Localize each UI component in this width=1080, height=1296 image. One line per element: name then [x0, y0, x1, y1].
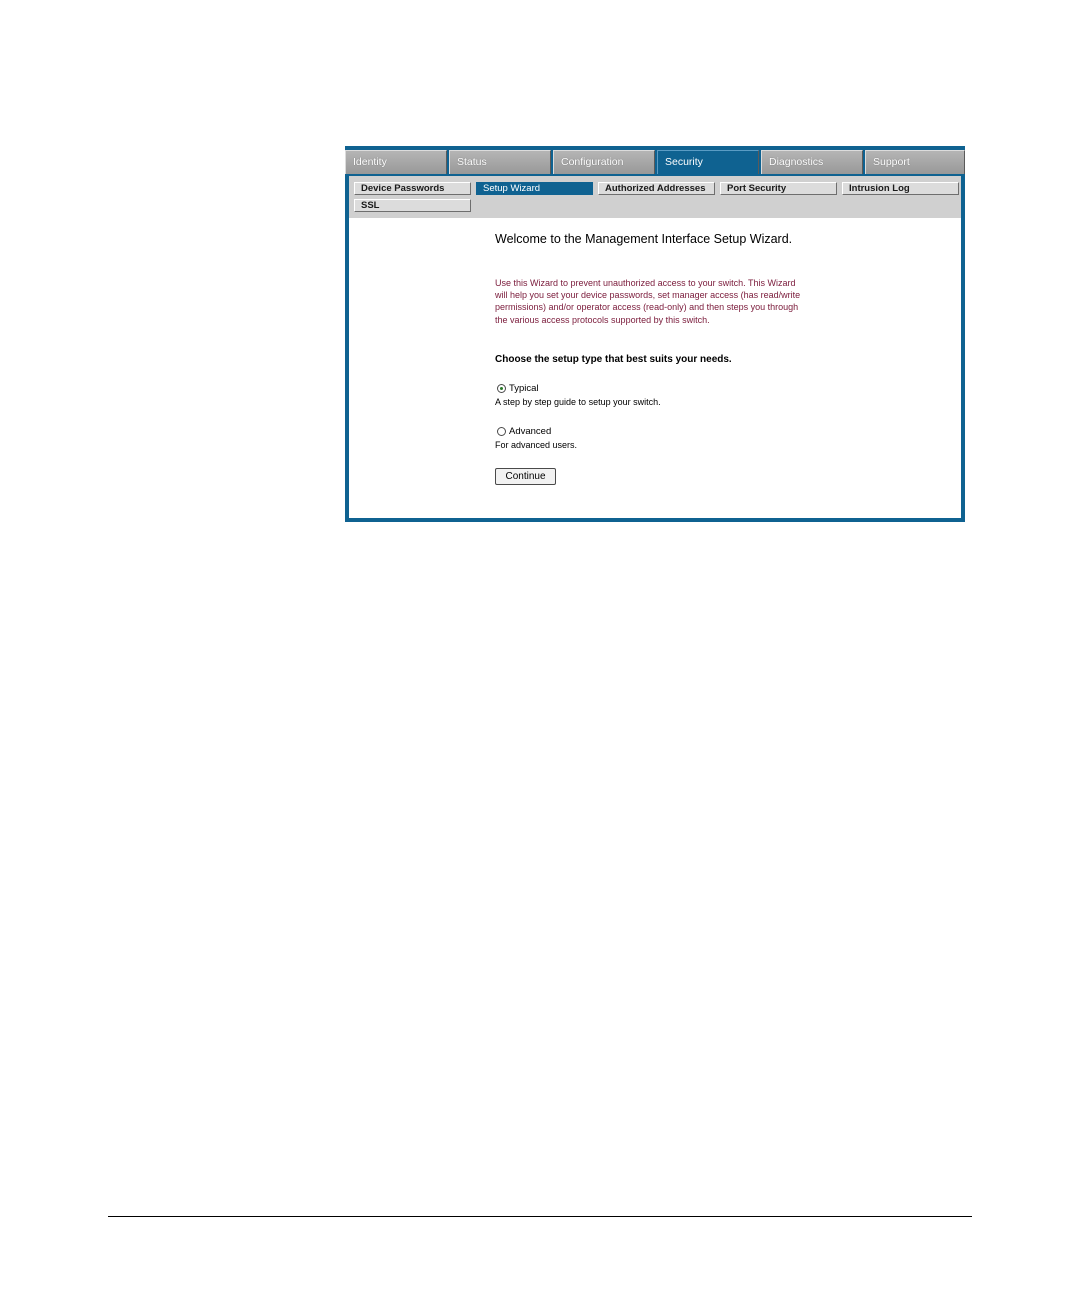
- subtab-authorized-addresses[interactable]: Authorized Addresses: [598, 182, 715, 195]
- option-typical-label: Typical: [509, 383, 539, 394]
- tab-configuration[interactable]: Configuration: [553, 150, 655, 174]
- subtab-ssl[interactable]: SSL: [354, 199, 471, 212]
- tab-status[interactable]: Status: [449, 150, 551, 174]
- option-advanced[interactable]: Advanced: [497, 426, 551, 437]
- wizard-content-panel: Welcome to the Management Interface Setu…: [349, 218, 961, 518]
- subtab-port-security[interactable]: Port Security: [720, 182, 837, 195]
- tab-support[interactable]: Support: [865, 150, 965, 174]
- subtab-setup-wizard[interactable]: Setup Wizard: [476, 182, 593, 195]
- security-sub-nav: Device Passwords Setup Wizard Authorized…: [349, 176, 961, 218]
- subtab-device-passwords[interactable]: Device Passwords: [354, 182, 471, 195]
- browser-ui-frame: Identity Status Configuration Security D…: [345, 146, 965, 522]
- continue-button[interactable]: Continue: [495, 468, 556, 485]
- tab-identity[interactable]: Identity: [345, 150, 447, 174]
- setup-type-heading: Choose the setup type that best suits yo…: [495, 354, 732, 365]
- option-typical-description: A step by step guide to setup your switc…: [495, 397, 661, 407]
- option-typical[interactable]: Typical: [497, 383, 539, 394]
- subtab-intrusion-log[interactable]: Intrusion Log: [842, 182, 959, 195]
- tab-diagnostics[interactable]: Diagnostics: [761, 150, 863, 174]
- option-advanced-description: For advanced users.: [495, 440, 578, 450]
- radio-typical[interactable]: [497, 384, 506, 393]
- wizard-title: Welcome to the Management Interface Setu…: [495, 232, 793, 246]
- wizard-intro-text: Use this Wizard to prevent unauthorized …: [495, 278, 801, 325]
- tab-security[interactable]: Security: [657, 150, 759, 174]
- page-footer-rule: [108, 1216, 972, 1217]
- main-tab-bar: Identity Status Configuration Security D…: [345, 150, 965, 174]
- radio-advanced[interactable]: [497, 427, 506, 436]
- option-advanced-label: Advanced: [509, 426, 552, 437]
